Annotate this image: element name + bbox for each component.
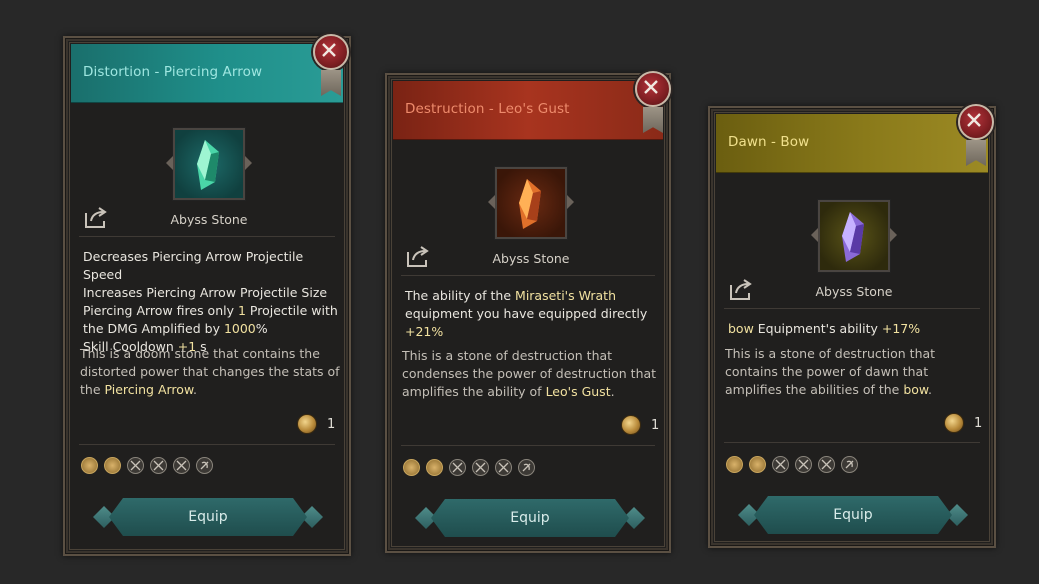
share-icon[interactable]: [728, 276, 754, 302]
card-banner: Distortion - Piercing Arrow: [71, 44, 343, 103]
cost-value: 1: [974, 415, 983, 431]
card-title: Destruction - Leo's Gust: [405, 101, 570, 117]
fist-class-icon: [726, 456, 743, 473]
equip-button-wrap: Equip: [93, 498, 323, 536]
item-slot[interactable]: [488, 166, 574, 240]
gauntlet-class-icon: [426, 459, 443, 476]
effect-text: bow Equipment's ability +17%: [728, 321, 921, 336]
description-text: This is a stone of destruction that cond…: [402, 348, 657, 399]
daggers-class-icon: [818, 456, 835, 473]
equip-button-wrap: Equip: [415, 499, 645, 537]
divider: [401, 275, 655, 276]
cost: 1: [297, 414, 335, 434]
daggers-class-icon: [495, 459, 512, 476]
effect-text: Decreases Piercing Arrow Projectile Spee…: [83, 249, 338, 354]
abyss-stone-icon: [842, 212, 864, 262]
card-dawn-bow: Dawn - Bow Abyss Stone bow Equipment's a…: [708, 104, 996, 548]
class-icons: [403, 459, 535, 476]
swords-class-icon: [449, 459, 466, 476]
fist-class-icon: [81, 457, 98, 474]
divider: [79, 444, 335, 445]
card-title: Distortion - Piercing Arrow: [83, 64, 263, 80]
equip-button[interactable]: Equip: [754, 496, 952, 534]
divider: [724, 442, 980, 443]
coin-icon: [621, 415, 641, 435]
swords-class-icon: [772, 456, 789, 473]
close-icon: [644, 80, 658, 94]
card-banner: Destruction - Leo's Gust: [393, 81, 663, 140]
fist-class-icon: [403, 459, 420, 476]
abyss-stone-icon: [197, 140, 219, 190]
coin-icon: [944, 413, 964, 433]
class-icons: [726, 456, 858, 473]
effect-text: The ability of the Miraseti's Wrath equi…: [405, 288, 648, 339]
card-destruction-leos-gust: Destruction - Leo's Gust Abyss Stone The…: [385, 71, 671, 553]
close-icon: [322, 43, 336, 57]
equip-button[interactable]: Equip: [431, 499, 629, 537]
bow-class-icon: [196, 457, 213, 474]
gauntlet-class-icon: [104, 457, 121, 474]
close-button[interactable]: [635, 71, 671, 107]
share-icon[interactable]: [83, 204, 109, 230]
divider: [79, 236, 335, 237]
item-name: Abyss Stone: [170, 212, 248, 227]
card-title: Dawn - Bow: [728, 134, 810, 150]
share-icon[interactable]: [405, 243, 431, 269]
axes-class-icon: [795, 456, 812, 473]
description-text: This is a doom stone that contains the d…: [80, 346, 340, 397]
close-button[interactable]: [313, 34, 349, 70]
card-banner: Dawn - Bow: [716, 114, 988, 173]
card-distortion-piercing-arrow: Distortion - Piercing Arrow Abyss Stone …: [63, 34, 351, 556]
close-icon: [967, 113, 981, 127]
equip-button-wrap: Equip: [738, 496, 968, 534]
abyss-stone-icon: [519, 179, 541, 229]
axes-class-icon: [472, 459, 489, 476]
cost: 1: [621, 415, 659, 435]
cost-value: 1: [651, 417, 660, 433]
cost: 1: [944, 413, 982, 433]
class-icons: [81, 457, 213, 474]
item-name: Abyss Stone: [815, 284, 893, 299]
coin-icon: [297, 414, 317, 434]
description-text: This is a stone of destruction that cont…: [725, 346, 936, 397]
gauntlet-class-icon: [749, 456, 766, 473]
divider: [724, 308, 980, 309]
divider: [401, 445, 655, 446]
item-name: Abyss Stone: [492, 251, 570, 266]
close-button[interactable]: [958, 104, 994, 140]
bow-class-icon: [518, 459, 535, 476]
item-slot[interactable]: [166, 127, 252, 201]
item-slot[interactable]: [811, 199, 897, 273]
axes-class-icon: [150, 457, 167, 474]
cost-value: 1: [327, 416, 336, 432]
equip-button[interactable]: Equip: [109, 498, 307, 536]
bow-class-icon: [841, 456, 858, 473]
daggers-class-icon: [173, 457, 190, 474]
swords-class-icon: [127, 457, 144, 474]
